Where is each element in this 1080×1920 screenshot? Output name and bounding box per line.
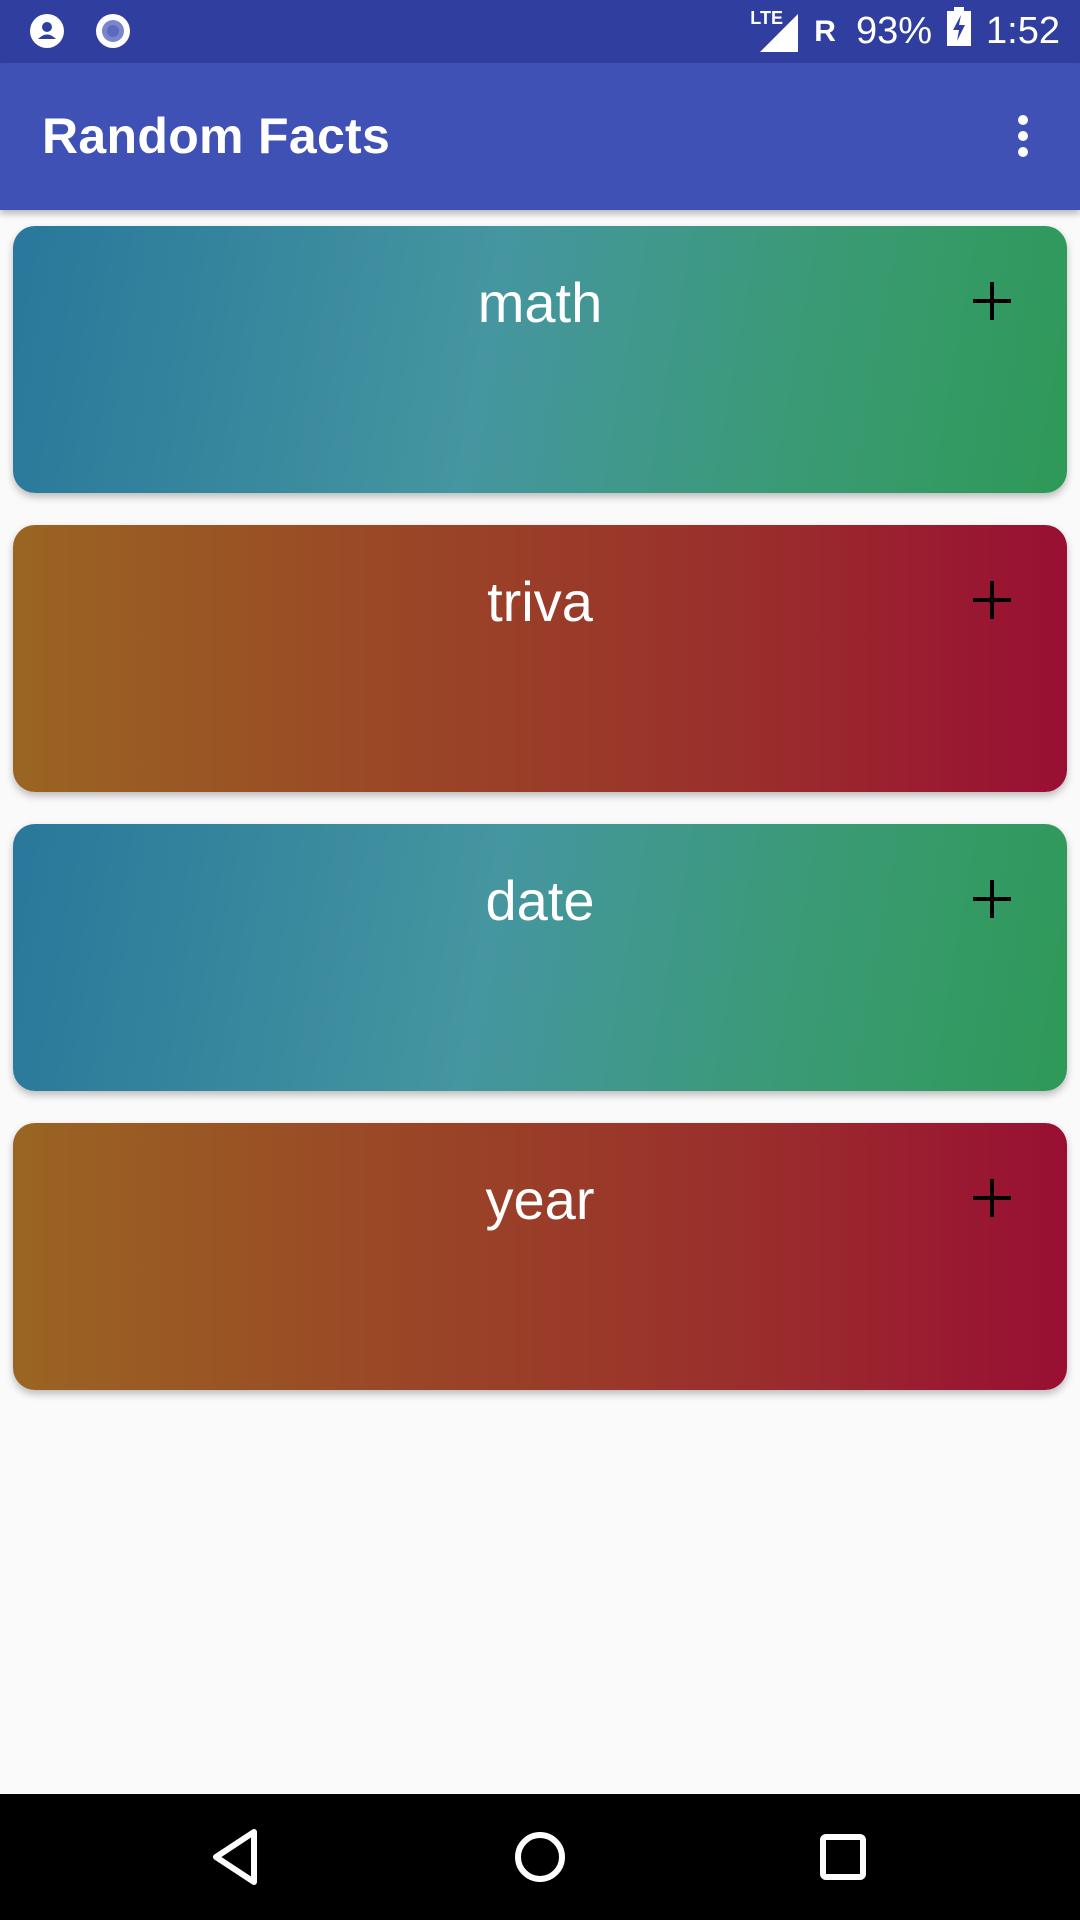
- category-card-date[interactable]: date: [13, 824, 1067, 1091]
- category-title: year: [485, 1168, 595, 1231]
- battery-charging-icon: [946, 6, 972, 57]
- app-bar: Random Facts: [0, 63, 1080, 210]
- category-card-year[interactable]: year: [13, 1123, 1067, 1390]
- plus-icon[interactable]: [967, 1173, 1017, 1223]
- notification-icons: [28, 12, 132, 55]
- status-bar: LTE R 93% 1:52: [0, 0, 1080, 63]
- signal-icon: LTE: [750, 8, 800, 54]
- category-title: math: [477, 271, 603, 334]
- plus-icon[interactable]: [967, 276, 1017, 326]
- system-status: LTE R 93% 1:52: [750, 0, 1060, 63]
- category-card-math[interactable]: math: [13, 226, 1067, 493]
- more-options-button[interactable]: [990, 103, 1056, 169]
- plus-icon[interactable]: [967, 874, 1017, 924]
- category-title: triva: [487, 570, 593, 633]
- home-icon: [515, 1832, 565, 1882]
- screen: LTE R 93% 1:52 Random Facts math triva d…: [0, 0, 1080, 1920]
- plus-icon[interactable]: [967, 575, 1017, 625]
- more-vert-icon: [1018, 115, 1028, 157]
- sync-circle-icon: [94, 12, 132, 55]
- clock: 1:52: [986, 10, 1060, 52]
- battery-percent: 93%: [855, 10, 933, 52]
- recents-icon: [820, 1834, 866, 1880]
- category-card-triva[interactable]: triva: [13, 525, 1067, 792]
- recents-button[interactable]: [808, 1822, 878, 1892]
- back-icon: [213, 1829, 257, 1885]
- app-title: Random Facts: [42, 108, 391, 164]
- navigation-bar: [0, 1794, 1080, 1920]
- back-button[interactable]: [202, 1822, 272, 1892]
- category-title: date: [485, 869, 595, 932]
- account-circle-icon: [28, 12, 66, 55]
- home-button[interactable]: [505, 1822, 575, 1892]
- roaming-indicator: R: [814, 14, 836, 48]
